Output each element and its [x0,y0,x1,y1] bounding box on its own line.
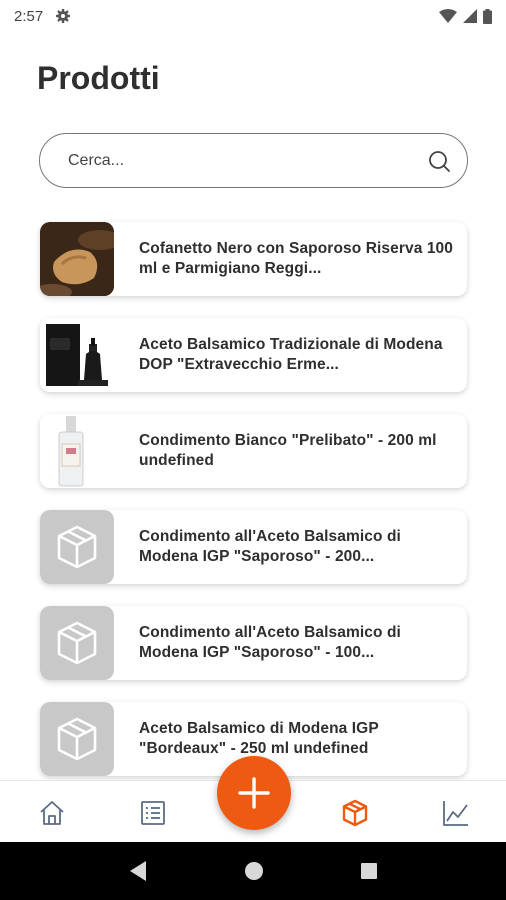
box-placeholder-icon [57,717,97,761]
search-input[interactable] [68,151,427,170]
page-title: Prodotti [37,60,160,96]
settings-gear-icon [56,9,71,23]
product-card[interactable]: Cofanetto Nero con Saporoso Riserva 100 … [40,222,467,296]
product-name: Aceto Balsamico Tradizionale di Modena D… [139,336,443,373]
white-bottle-photo [40,414,114,488]
box-icon [342,799,368,827]
wifi-icon [439,9,457,23]
nav-list[interactable] [138,798,168,828]
box-placeholder-icon [57,525,97,569]
product-list: Cofanetto Nero con Saporoso Riserva 100 … [40,222,467,798]
product-name: Aceto Balsamico di Modena IGP "Bordeaux"… [139,720,379,757]
search-icon[interactable] [427,149,451,173]
nav-products[interactable] [340,798,370,828]
recents-icon[interactable] [360,862,378,880]
product-thumbnail [40,222,114,296]
signal-icon [463,9,477,23]
product-card[interactable]: Condimento Bianco "Prelibato" - 200 ml u… [40,414,467,488]
back-icon[interactable] [128,860,148,882]
box-placeholder-icon [57,621,97,665]
product-thumbnail [40,702,114,776]
product-thumbnail [40,606,114,680]
product-thumbnail [40,318,114,392]
product-name: Condimento all'Aceto Balsamico di Modena… [139,528,401,565]
black-box-bottle-photo [40,318,114,392]
nav-statistics[interactable] [441,798,471,828]
home-icon [40,801,64,825]
product-card[interactable]: Condimento all'Aceto Balsamico di Modena… [40,606,467,680]
product-name: Condimento Bianco "Prelibato" - 200 ml u… [139,432,437,469]
product-thumbnail [40,414,114,488]
system-navigation-bar [0,842,506,900]
product-card[interactable]: Aceto Balsamico Tradizionale di Modena D… [40,318,467,392]
plus-icon [238,777,270,809]
list-icon [141,801,165,825]
chart-icon [443,801,468,826]
battery-icon [483,8,492,24]
search-bar[interactable] [39,133,468,188]
nav-home[interactable] [37,798,67,828]
home-circle-icon[interactable] [244,861,264,881]
status-time: 2:57 [14,7,44,25]
cheese-photo [40,222,114,296]
product-thumbnail [40,510,114,584]
product-name: Condimento all'Aceto Balsamico di Modena… [139,624,401,661]
add-product-button[interactable] [217,756,291,830]
product-name: Cofanetto Nero con Saporoso Riserva 100 … [139,240,453,277]
product-card[interactable]: Condimento all'Aceto Balsamico di Modena… [40,510,467,584]
status-bar: 2:57 [0,0,506,32]
